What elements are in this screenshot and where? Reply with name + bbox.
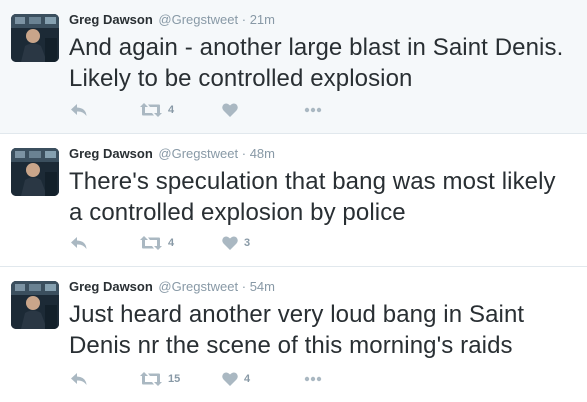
retweet-button[interactable]: 4 bbox=[140, 101, 222, 119]
like-button[interactable]: 4 bbox=[222, 370, 304, 388]
reply-button[interactable] bbox=[70, 370, 140, 388]
tweet-text: Just heard another very loud bang in Sai… bbox=[69, 301, 525, 359]
reply-button[interactable] bbox=[70, 101, 140, 119]
retweet-button[interactable]: 15 bbox=[140, 370, 222, 388]
timeline: Greg Dawson @Gregstweet · 21m And again … bbox=[0, 0, 587, 402]
more-icon bbox=[304, 376, 322, 382]
tweet[interactable]: Greg Dawson @Gregstweet · 54m Just heard… bbox=[0, 267, 587, 402]
tweet-header: Greg Dawson @Gregstweet · 21m bbox=[69, 11, 575, 29]
reply-icon bbox=[70, 103, 88, 117]
separator: · bbox=[241, 12, 247, 27]
like-count: 3 bbox=[244, 237, 251, 249]
more-button[interactable] bbox=[304, 370, 322, 388]
avatar[interactable] bbox=[11, 281, 59, 329]
retweet-icon bbox=[140, 236, 162, 250]
retweet-icon bbox=[140, 103, 162, 117]
avatar[interactable] bbox=[11, 14, 59, 62]
retweet-count: 15 bbox=[168, 373, 181, 385]
author-handle[interactable]: @Gregstweet bbox=[158, 146, 238, 161]
reply-icon bbox=[70, 372, 88, 386]
tweet-text: There's speculation that bang was most l… bbox=[69, 168, 556, 226]
avatar[interactable] bbox=[11, 148, 59, 196]
separator: · bbox=[241, 146, 247, 161]
author-name[interactable]: Greg Dawson bbox=[69, 12, 153, 27]
separator: · bbox=[241, 279, 247, 294]
heart-icon bbox=[222, 372, 238, 386]
retweet-icon bbox=[140, 372, 162, 386]
author-handle[interactable]: @Gregstweet bbox=[158, 279, 238, 294]
tweet-header: Greg Dawson @Gregstweet · 48m bbox=[69, 145, 575, 163]
heart-icon bbox=[222, 236, 238, 250]
timestamp[interactable]: 48m bbox=[250, 146, 275, 161]
tweet[interactable]: Greg Dawson @Gregstweet · 21m And again … bbox=[0, 0, 587, 134]
like-button[interactable] bbox=[222, 101, 304, 119]
retweet-count: 4 bbox=[168, 237, 175, 249]
author-name[interactable]: Greg Dawson bbox=[69, 146, 153, 161]
tweet-header: Greg Dawson @Gregstweet · 54m bbox=[69, 278, 575, 296]
tweet[interactable]: Greg Dawson @Gregstweet · 48m There's sp… bbox=[0, 134, 587, 267]
author-name[interactable]: Greg Dawson bbox=[69, 279, 153, 294]
retweet-button[interactable]: 4 bbox=[140, 234, 222, 252]
timestamp[interactable]: 21m bbox=[250, 12, 275, 27]
retweet-count: 4 bbox=[168, 104, 175, 116]
tweet-actions: 15 4 bbox=[70, 370, 322, 388]
reply-button[interactable] bbox=[70, 234, 140, 252]
tweet-text: And again - another large blast in Saint… bbox=[69, 34, 564, 92]
like-button[interactable]: 3 bbox=[222, 234, 304, 252]
tweet-actions: 4 3 bbox=[70, 234, 304, 252]
tweet-actions: 4 bbox=[70, 101, 322, 119]
heart-icon bbox=[222, 103, 238, 117]
timestamp[interactable]: 54m bbox=[250, 279, 275, 294]
author-handle[interactable]: @Gregstweet bbox=[158, 12, 238, 27]
more-icon bbox=[304, 107, 322, 113]
more-button[interactable] bbox=[304, 101, 322, 119]
like-count: 4 bbox=[244, 373, 251, 385]
reply-icon bbox=[70, 236, 88, 250]
